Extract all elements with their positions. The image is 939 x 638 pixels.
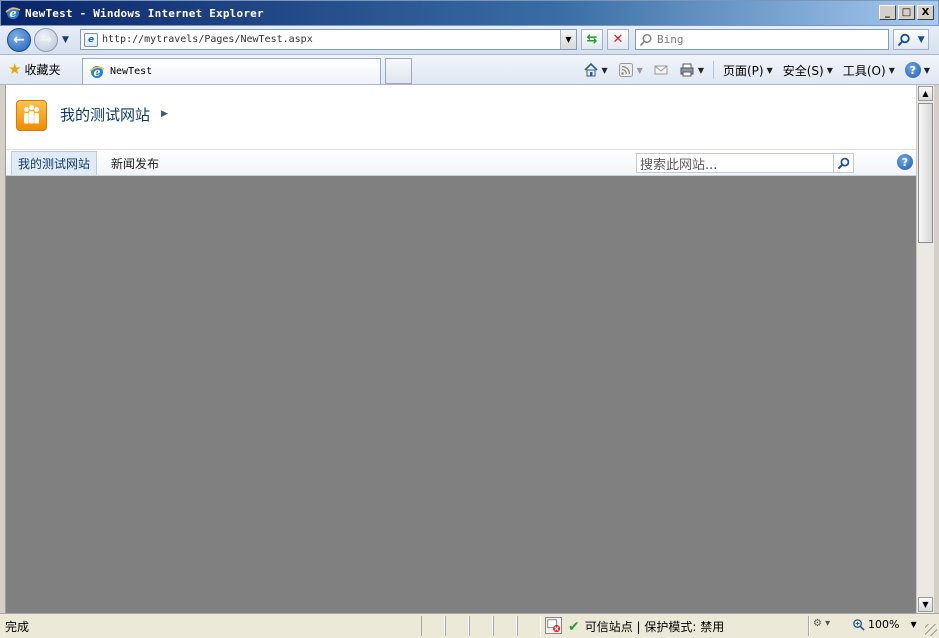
home-dropdown-icon[interactable]: ▼	[602, 66, 608, 75]
command-bar: ▼ ▼ ▼ 页面(P) ▼ 安全(S) ▼ 工具(O) ▼ ? ▼	[580, 61, 934, 79]
scroll-down-icon[interactable]: ▼	[918, 597, 933, 612]
site-help-icon[interactable]: ?	[897, 154, 913, 170]
feeds-dropdown-icon[interactable]: ▼	[637, 66, 643, 75]
print-button[interactable]: ▼	[676, 62, 707, 78]
toolbar-separator	[712, 61, 714, 79]
zoom-icon	[853, 619, 865, 631]
ie-page-icon: e	[89, 65, 105, 79]
zone-label: 可信站点 | 保护模式: 禁用	[584, 620, 725, 634]
help-menu[interactable]: ? ▼	[902, 62, 933, 78]
status-panel	[445, 616, 469, 636]
security-zone[interactable]: ✔ 可信站点 | 保护模式: 禁用	[568, 618, 724, 635]
window-title: NewTest - Windows Internet Explorer	[25, 6, 264, 20]
close-button[interactable]: X	[917, 5, 934, 20]
stop-button[interactable]: ✕	[607, 29, 629, 50]
tools-dropdown-icon: ▼	[888, 65, 895, 75]
minimize-button[interactable]: _	[879, 5, 896, 20]
status-divider	[808, 616, 810, 636]
rss-feed-icon	[618, 63, 633, 77]
history-dropdown-icon[interactable]: ▼	[62, 35, 69, 45]
forward-button[interactable]: →	[34, 28, 58, 52]
page-icon: e	[84, 32, 98, 47]
status-panel	[493, 616, 517, 636]
help-dropdown-icon: ▼	[923, 65, 930, 75]
site-logo-icon[interactable]	[16, 100, 47, 131]
page-content: 我的测试网站 ▶ 我的测试网站 新闻发布 搜索此网站... ?	[5, 85, 917, 613]
search-placeholder: Bing	[657, 33, 684, 46]
scroll-up-icon[interactable]: ▲	[918, 86, 933, 101]
search-icon	[837, 157, 850, 169]
breadcrumb-arrow-icon[interactable]: ▶	[161, 109, 168, 119]
tools-menu-label: 工具(O)	[842, 63, 886, 78]
favorites-button[interactable]: ★ 收藏夹	[8, 61, 60, 78]
nav-item-home[interactable]: 我的测试网站	[11, 151, 98, 175]
search-input[interactable]: Bing	[635, 29, 889, 50]
site-search-input[interactable]: 搜索此网站...	[636, 153, 834, 173]
safety-menu-label: 安全(S)	[782, 63, 824, 78]
search-icon	[898, 33, 910, 46]
tab-newtest[interactable]: e NewTest	[82, 58, 381, 84]
site-header: 我的测试网站 ▶	[6, 85, 917, 150]
trusted-check-icon: ✔	[568, 618, 580, 635]
back-arrow-icon: ←	[13, 32, 25, 48]
search-button[interactable]: ▼	[893, 29, 929, 50]
zoom-control[interactable]: 100% ▼	[852, 618, 917, 631]
safety-menu[interactable]: 安全(S) ▼	[780, 62, 836, 79]
zoom-level: 100%	[868, 618, 900, 631]
new-tab-button[interactable]	[385, 58, 412, 84]
tools-menu[interactable]: 工具(O) ▼	[840, 62, 898, 79]
page-dropdown-icon: ▼	[766, 65, 773, 75]
window-border	[934, 85, 939, 613]
address-toolbar: ← → ▼ e http://mytravels/Pages/NewTest.a…	[0, 26, 939, 55]
page-menu-label: 页面(P)	[722, 63, 764, 78]
forward-arrow-icon: →	[40, 32, 52, 48]
home-button[interactable]: ▼	[580, 62, 611, 78]
scrollbar-thumb[interactable]	[918, 103, 933, 243]
zoom-dropdown-icon[interactable]: ▼	[910, 620, 916, 629]
maximize-button[interactable]: □	[898, 5, 915, 20]
window-titlebar[interactable]: e NewTest - Windows Internet Explorer _ …	[0, 0, 939, 26]
tab-label: NewTest	[110, 66, 153, 77]
blocked-content-icon[interactable]	[545, 617, 562, 634]
search-options-icon[interactable]: ▼	[918, 35, 925, 45]
nav-item-news[interactable]: 新闻发布	[105, 151, 165, 175]
ie-logo-icon: e	[5, 7, 21, 20]
favorites-label: 收藏夹	[24, 63, 61, 77]
home-icon	[583, 62, 598, 77]
resize-grip[interactable]	[925, 624, 937, 636]
vertical-scrollbar[interactable]: ▲ ▼	[916, 85, 934, 613]
site-search-button[interactable]	[834, 153, 854, 173]
favorites-toolbar: ★ 收藏夹 e NewTest ▼ ▼ ▼ 页面(P) ▼ 安全(S) ▼ 工具…	[0, 55, 939, 85]
star-icon: ★	[8, 60, 22, 78]
mail-button[interactable]	[650, 62, 672, 78]
stop-icon: ✕	[612, 32, 624, 47]
page-menu[interactable]: 页面(P) ▼	[720, 62, 776, 79]
status-bar: 完成 ✔ 可信站点 | 保护模式: 禁用 ⚙ ▾ 100% ▼	[0, 613, 939, 638]
status-panel	[469, 616, 493, 636]
print-dropdown-icon[interactable]: ▼	[698, 66, 704, 75]
status-panel	[421, 616, 445, 636]
status-text: 完成	[5, 620, 30, 634]
search-provider-icon	[639, 33, 652, 46]
status-panel	[517, 616, 541, 636]
site-title-link[interactable]: 我的测试网站	[60, 104, 150, 125]
refresh-button[interactable]: ⇆	[581, 29, 603, 50]
top-navigation: 我的测试网站 新闻发布 搜索此网站... ?	[6, 150, 917, 176]
printer-icon	[680, 63, 694, 77]
refresh-icon: ⇆	[586, 32, 598, 47]
site-search-placeholder: 搜索此网站...	[640, 157, 718, 173]
feeds-button[interactable]: ▼	[615, 62, 646, 78]
help-icon: ?	[904, 62, 921, 78]
address-url[interactable]: http://mytravels/Pages/NewTest.aspx	[102, 34, 313, 45]
safety-dropdown-icon: ▼	[826, 65, 833, 75]
addons-icon[interactable]: ⚙ ▾	[813, 618, 830, 629]
mail-icon	[654, 65, 668, 75]
address-input[interactable]: e http://mytravels/Pages/NewTest.aspx ▼	[80, 29, 577, 50]
back-button[interactable]: ←	[7, 28, 31, 52]
address-dropdown-icon[interactable]: ▼	[560, 30, 576, 49]
